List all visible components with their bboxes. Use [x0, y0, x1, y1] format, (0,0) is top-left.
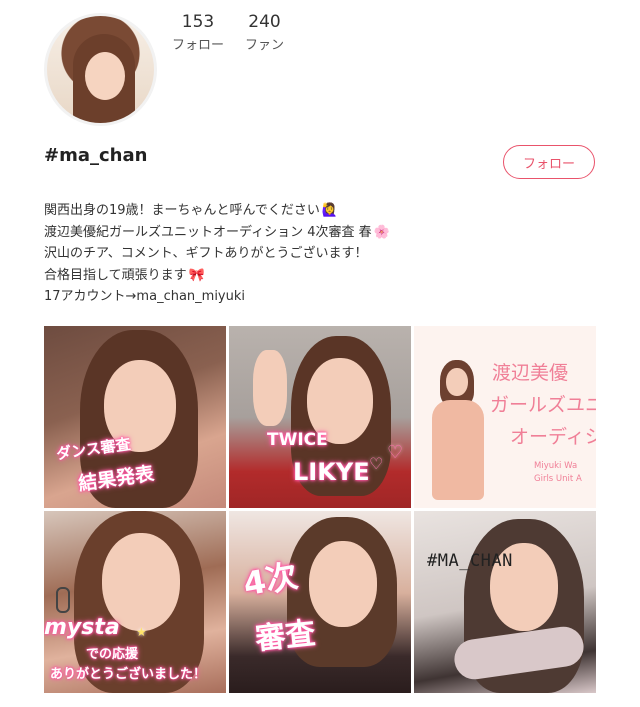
bio-line-2: 渡辺美優紀ガールズユニットオーディション 4次審査 春 🌸 [44, 222, 390, 244]
post-5-overlay-2: 審査 [253, 615, 318, 658]
fan-label: ファン [245, 38, 285, 53]
post-5-overlay-1: 4次 [240, 556, 301, 604]
follow-stat[interactable]: 153 フォロー [172, 12, 224, 53]
post-6-tag: #MA_CHAN [427, 551, 513, 571]
profile-avatar[interactable] [44, 13, 157, 126]
post-thumbnail-6[interactable]: #MA_CHAN [414, 511, 596, 693]
peace-sign-hand [253, 350, 287, 426]
username: #ma_chan [44, 145, 148, 166]
seated-person-illustration [428, 360, 488, 500]
post-4-overlay-1: mysta [44, 615, 120, 640]
bio: 関西出身の19歳！まーちゃんと呼んでください 🙋‍♀️ 渡辺美優紀ガールズユニット… [44, 200, 390, 308]
post-2-overlay-2: LIKYE [293, 458, 370, 486]
bio-line-4: 合格目指して頑張ります 🎀 [44, 265, 390, 287]
post-thumbnail-1[interactable]: ダンス審査 結果発表 [44, 326, 226, 508]
post-thumbnail-5[interactable]: 4次 審査 [229, 511, 411, 693]
post-3-title-1: 渡辺美優 [492, 362, 569, 384]
post-2-overlay-1: TWICE [267, 430, 328, 450]
bio-line-3: 沢山のチア、コメント、ギフトありがとうございます！ [44, 246, 368, 261]
post-thumbnail-4[interactable]: mysta ★ での応援 ありがとうございました！ [44, 511, 226, 693]
follow-label: フォロー [172, 38, 225, 53]
raising-hand-emoji: 🙋‍♀️ [321, 203, 339, 218]
post-3-subtitle: Miyuki Wa Girls Unit A [534, 461, 582, 484]
post-thumbnail-3[interactable]: 渡辺美優 ガールズユニ オーディシ Miyuki Wa Girls Unit A [414, 326, 596, 508]
fan-count: 240 [248, 12, 281, 32]
fan-stat[interactable]: 240 ファン [245, 12, 284, 53]
ribbon-emoji: 🎀 [188, 267, 205, 283]
post-4-overlay-3: ありがとうございました！ [50, 667, 207, 682]
heart-icon: ♡ [387, 442, 404, 463]
star-icon: ★ [136, 625, 147, 639]
follow-count: 153 [181, 12, 215, 32]
post-thumbnail-2[interactable]: TWICE LIKYE ♡ ♡ [229, 326, 411, 508]
bio-line-5: 17アカウント→ma_chan_miyuki [44, 289, 246, 304]
heart-icon: ♡ [369, 454, 384, 473]
bio-line-1: 関西出身の19歳！まーちゃんと呼んでください 🙋‍♀️ [44, 200, 390, 222]
post-grid: ダンス審査 結果発表 TWICE LIKYE ♡ ♡ 渡辺美優 ガールズユニ オ… [44, 326, 596, 693]
cherry-blossom-emoji: 🌸 [373, 224, 390, 240]
post-3-title-3: オーディシ [510, 426, 596, 448]
post-3-title-2: ガールズユニ [490, 394, 596, 416]
follow-button[interactable]: フォロー [503, 145, 595, 179]
post-4-overlay-2: での応援 [86, 647, 139, 662]
earring-decoration [56, 587, 70, 613]
